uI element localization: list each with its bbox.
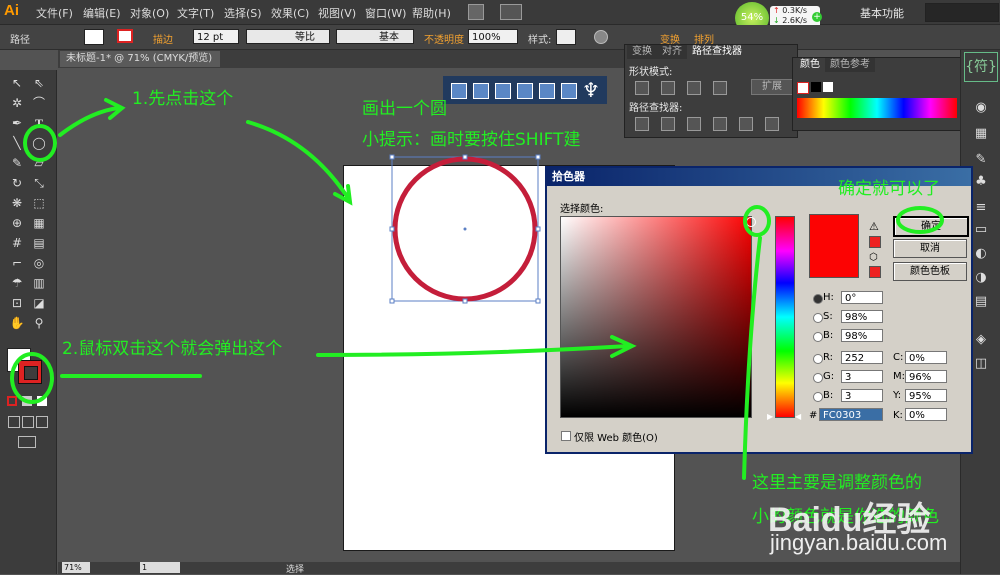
- annotation-step2: 2.鼠标双击这个就会弹出这个: [62, 339, 283, 359]
- annotation-adjust1: 这里主要是调整颜色的: [752, 473, 922, 493]
- arrow-to-picker: [316, 335, 637, 358]
- baidu-url: jingyan.baidu.com: [770, 530, 948, 555]
- circle-around-stroke-swatch: [10, 352, 54, 404]
- line-down-hue: [742, 236, 762, 480]
- circle-around-ok: [896, 206, 944, 234]
- current-tool-label: 选择: [286, 565, 305, 575]
- circle-around-ellipse-tool: [23, 124, 57, 162]
- page-field[interactable]: 1: [140, 562, 180, 573]
- annotation-confirm: 确定就可以了: [838, 179, 940, 199]
- zoom-field[interactable]: 71%: [62, 562, 90, 573]
- annotation-tip: 小提示：画时要按住SHIFT建: [362, 130, 581, 150]
- annotation-draw-circle: 画出一个圆: [362, 99, 447, 119]
- status-bar: 71% 1 选择: [58, 562, 960, 575]
- annotation-step1: 1.先点击这个: [132, 89, 234, 109]
- arrow-to-ellipse-tool: [58, 98, 126, 137]
- arrow-to-circle: [246, 120, 353, 206]
- circle-around-cursor: [743, 205, 771, 237]
